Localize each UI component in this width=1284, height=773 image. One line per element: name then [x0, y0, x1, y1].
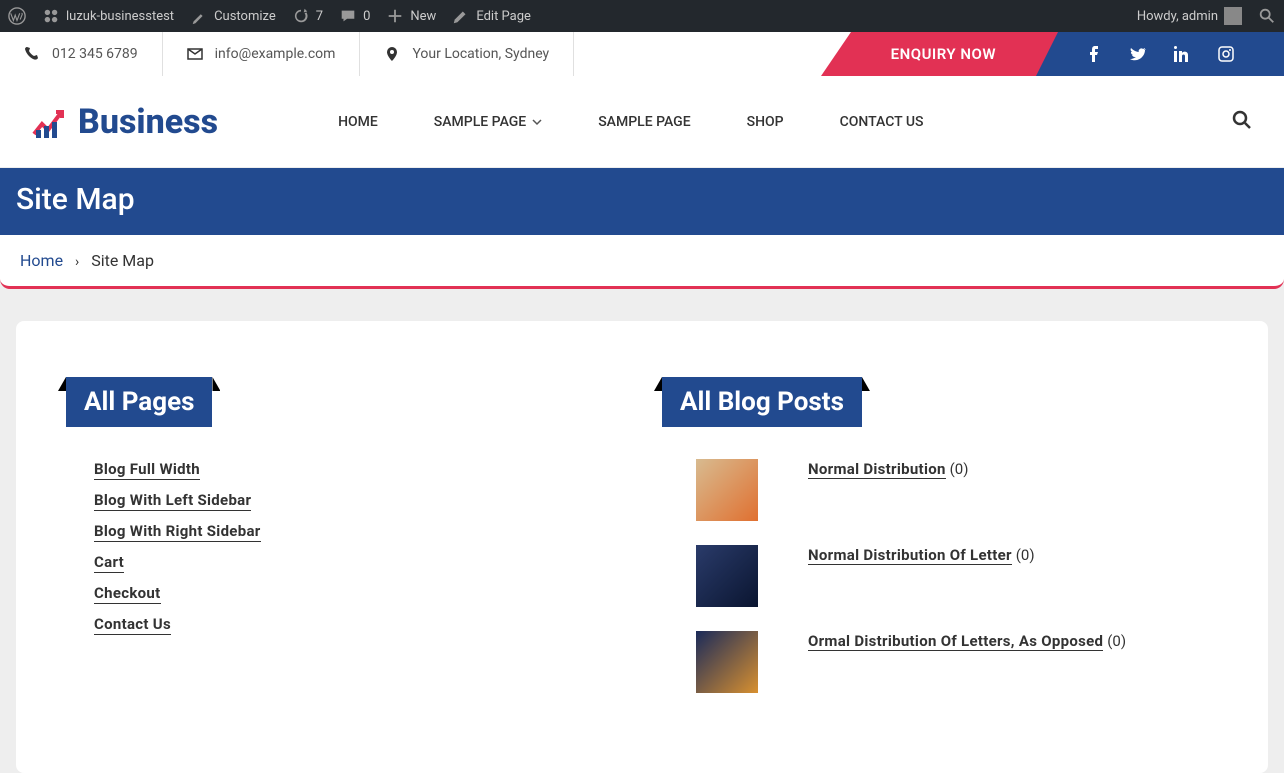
comments-count: 0 [363, 9, 370, 24]
logo-icon [32, 104, 68, 140]
list-item: Blog With Left Sidebar [94, 490, 622, 509]
admin-right: Howdy, admin [1137, 7, 1276, 25]
page-link[interactable]: Blog Full Width [94, 460, 200, 480]
list-item: Cart [94, 552, 622, 571]
site-name-label: luzuk-businesstest [66, 9, 174, 24]
post-link[interactable]: Normal Distribution Of Letter [808, 546, 1012, 565]
nav-sample-page-1[interactable]: SAMPLE PAGE [434, 114, 542, 130]
new-label: New [410, 9, 436, 24]
pages-column: All Pages Blog Full Width Blog With Left… [66, 377, 622, 717]
list-item: Checkout [94, 583, 622, 602]
logo-text: Business [78, 102, 218, 142]
email-text: info@example.com [215, 46, 336, 62]
post-link[interactable]: Normal Distribution [808, 460, 946, 479]
site-name-link[interactable]: luzuk-businesstest [42, 7, 174, 25]
page-link[interactable]: Checkout [94, 584, 161, 604]
wp-logo[interactable] [8, 7, 26, 25]
email-icon [187, 46, 203, 62]
post-link[interactable]: Ormal Distribution Of Letters, As Oppose… [808, 632, 1103, 651]
linkedin-icon[interactable] [1174, 46, 1190, 62]
nav-shop-label: SHOP [747, 114, 784, 130]
nav-home-label: HOME [338, 114, 378, 130]
post-thumbnail[interactable] [696, 545, 758, 607]
location-icon [384, 46, 400, 62]
nav-shop[interactable]: SHOP [747, 114, 784, 130]
contact-phone: 012 345 6789 [0, 32, 163, 76]
nav-contact-label: CONTACT US [840, 114, 924, 130]
customize-label: Customize [214, 9, 276, 24]
post-item: Ormal Distribution Of Letters, As Oppose… [696, 631, 1218, 693]
enquiry-button[interactable]: ENQUIRY NOW [851, 32, 1036, 76]
page-link[interactable]: Blog With Right Sidebar [94, 522, 261, 542]
list-item: Contact Us [94, 614, 622, 633]
breadcrumb: Home › Site Map [0, 235, 1284, 289]
post-meta: Ormal Distribution Of Letters, As Oppose… [808, 631, 1126, 650]
post-thumbnail[interactable] [696, 459, 758, 521]
search-button[interactable] [1232, 110, 1252, 134]
phone-text: 012 345 6789 [52, 46, 138, 62]
location-text: Your Location, Sydney [412, 46, 549, 62]
page-link[interactable]: Contact Us [94, 615, 171, 635]
edit-label: Edit Page [476, 9, 531, 24]
contact-email: info@example.com [163, 32, 361, 76]
all-pages-heading: All Pages [66, 377, 212, 427]
updates-link[interactable]: 7 [292, 7, 323, 25]
page-title: Site Map [16, 182, 1268, 217]
page-list: Blog Full Width Blog With Left Sidebar B… [66, 459, 622, 633]
contact-location: Your Location, Sydney [360, 32, 574, 76]
post-thumbnail[interactable] [696, 631, 758, 693]
twitter-icon[interactable] [1130, 46, 1146, 62]
contact-bar: 012 345 6789 info@example.com Your Locat… [0, 32, 1284, 76]
instagram-icon[interactable] [1218, 46, 1234, 62]
list-item: Blog With Right Sidebar [94, 521, 622, 540]
post-count: (0) [950, 460, 969, 478]
post-meta: Normal Distribution (0) [808, 459, 968, 478]
main-header: Business HOME SAMPLE PAGE SAMPLE PAGE SH… [0, 76, 1284, 168]
enquiry-wrap: ENQUIRY NOW [851, 32, 1284, 76]
nav-sample1-label: SAMPLE PAGE [434, 114, 526, 130]
enquiry-label: ENQUIRY NOW [891, 45, 996, 63]
updates-count: 7 [316, 9, 323, 24]
content-card: All Pages Blog Full Width Blog With Left… [16, 321, 1268, 773]
list-item: Blog Full Width [94, 459, 622, 478]
post-count: (0) [1107, 632, 1126, 650]
howdy-label: Howdy, admin [1137, 9, 1218, 24]
posts-column: All Blog Posts Normal Distribution (0) N… [662, 377, 1218, 717]
all-posts-heading: All Blog Posts [662, 377, 862, 427]
nav-home[interactable]: HOME [338, 114, 378, 130]
new-link[interactable]: New [386, 7, 436, 25]
page-title-bar: Site Map [0, 168, 1284, 235]
nav-sample2-label: SAMPLE PAGE [598, 114, 690, 130]
breadcrumb-separator-icon: › [75, 254, 79, 270]
wp-admin-bar: luzuk-businesstest Customize 7 0 New Edi… [0, 0, 1284, 32]
site-logo[interactable]: Business [32, 102, 218, 142]
howdy-user[interactable]: Howdy, admin [1137, 7, 1242, 25]
nav-sample-page-2[interactable]: SAMPLE PAGE [598, 114, 690, 130]
post-item: Normal Distribution Of Letter (0) [696, 545, 1218, 607]
breadcrumb-current: Site Map [91, 251, 154, 270]
breadcrumb-home[interactable]: Home [20, 251, 63, 270]
admin-left: luzuk-businesstest Customize 7 0 New Edi… [8, 7, 531, 25]
post-item: Normal Distribution (0) [696, 459, 1218, 521]
facebook-icon[interactable] [1086, 46, 1102, 62]
avatar [1224, 7, 1242, 25]
comments-link[interactable]: 0 [339, 7, 370, 25]
chevron-down-icon [532, 117, 542, 127]
admin-search-icon[interactable] [1258, 7, 1276, 25]
nav-contact[interactable]: CONTACT US [840, 114, 924, 130]
page-link[interactable]: Blog With Left Sidebar [94, 491, 251, 511]
edit-page-link[interactable]: Edit Page [452, 7, 531, 25]
nav-menu: HOME SAMPLE PAGE SAMPLE PAGE SHOP CONTAC… [338, 114, 923, 130]
page-link[interactable]: Cart [94, 553, 124, 573]
customize-link[interactable]: Customize [190, 7, 276, 25]
post-list: Normal Distribution (0) Normal Distribut… [662, 459, 1218, 693]
post-count: (0) [1016, 546, 1035, 564]
search-icon [1232, 110, 1252, 130]
post-meta: Normal Distribution Of Letter (0) [808, 545, 1035, 564]
phone-icon [24, 46, 40, 62]
social-bar [1036, 32, 1284, 76]
